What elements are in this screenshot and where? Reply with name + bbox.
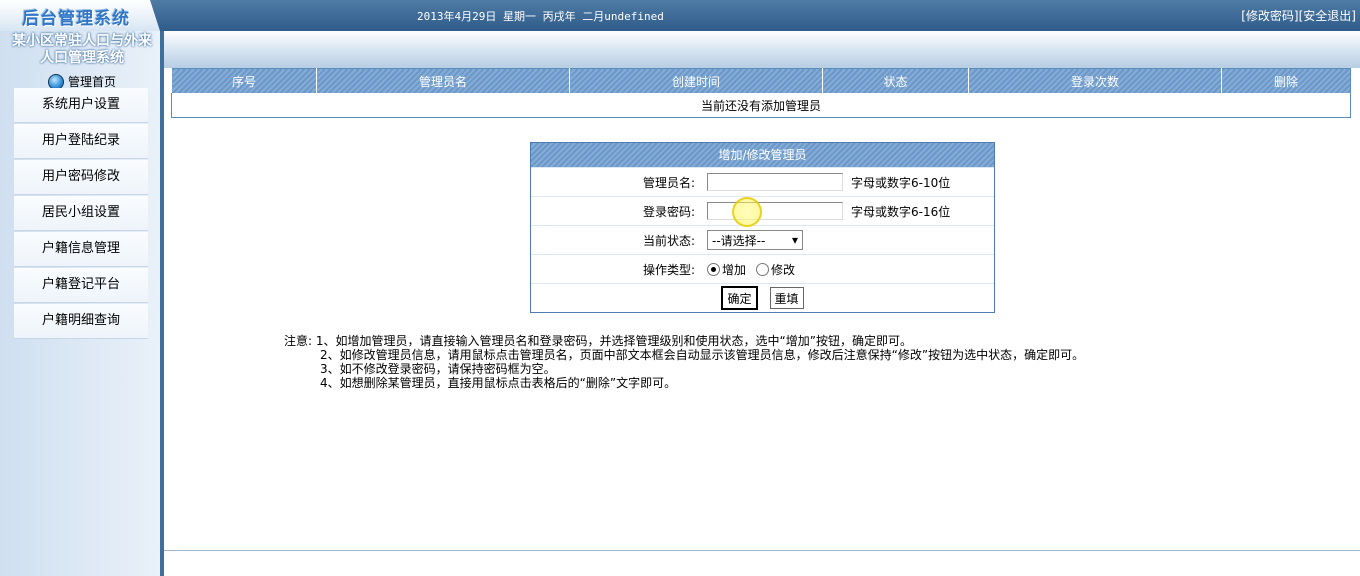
reset-button[interactable]: 重填 <box>769 287 804 309</box>
form-title: 增加/修改管理员 <box>531 143 994 167</box>
system-title: 某小区常驻人口与外来 人口管理系统 <box>0 33 164 67</box>
sidebar-item-household-query[interactable]: 户籍明细查询 <box>14 304 148 339</box>
notes-prefix: 注意: <box>284 334 313 348</box>
note-text-1: 1、如增加管理员，请直接输入管理员名和登录密码，并选择管理级别和使用状态，选中“… <box>315 334 912 348</box>
sidebar-item-password-change[interactable]: 用户密码修改 <box>14 160 148 195</box>
col-login-count: 登录次数 <box>968 68 1222 93</box>
col-index: 序号 <box>171 68 317 93</box>
admin-name-row: 管理员名: 字母或数字6-10位 <box>531 167 994 196</box>
table-header-row: 序号 管理员名 创建时间 状态 登录次数 删除 <box>171 68 1351 93</box>
admin-table: 序号 管理员名 创建时间 状态 登录次数 删除 当前还没有添加管理员 <box>171 68 1351 118</box>
note-line-3: 3、如不修改登录密码，请保持密码框为空。 <box>320 362 556 376</box>
op-modify-radio[interactable] <box>756 262 770 276</box>
col-status: 状态 <box>822 68 969 93</box>
admin-name-hint: 字母或数字6-10位 <box>851 175 951 190</box>
change-password-link[interactable]: [修改密码] <box>1241 9 1298 23</box>
confirm-button[interactable]: 确定 <box>721 286 758 310</box>
status-selected: --请选择-- <box>712 233 766 248</box>
note-line-2: 2、如修改管理员信息，请用鼠标点击管理员名，页面中部文本框会自动显示该管理员信息… <box>320 348 1085 362</box>
empty-message: 当前还没有添加管理员 <box>171 93 1351 118</box>
col-admin-name: 管理员名 <box>316 68 570 93</box>
sidebar-menu: 系统用户设置 用户登陆纪录 用户密码修改 居民小组设置 户籍信息管理 户籍登记平… <box>14 88 148 340</box>
sidebar-item-household-info[interactable]: 户籍信息管理 <box>14 232 148 267</box>
sidebar-item-resident-groups[interactable]: 居民小组设置 <box>14 196 148 231</box>
status-label: 当前状态: <box>642 233 695 248</box>
chevron-down-icon: ▾ <box>791 233 798 247</box>
admin-name-label: 管理员名: <box>642 175 695 190</box>
sidebar-item-user-settings[interactable]: 系统用户设置 <box>14 88 148 123</box>
note-line-4: 4、如想删除某管理员，直接用鼠标点击表格后的“删除”文字即可。 <box>320 376 677 390</box>
logout-link[interactable]: [安全退出] <box>1299 9 1356 23</box>
password-hint: 字母或数字6-16位 <box>851 204 951 219</box>
password-row: 登录密码: 字母或数字6-16位 <box>531 196 994 225</box>
password-label: 登录密码: <box>642 204 695 219</box>
button-row: 确定 重填 <box>531 283 994 312</box>
admin-name-input[interactable] <box>707 173 843 191</box>
op-add-label: 增加 <box>722 262 747 277</box>
col-delete: 删除 <box>1221 68 1351 93</box>
note-line-1: 注意: 1、如增加管理员，请直接输入管理员名和登录密码，并选择管理级别和使用状态… <box>284 334 1084 348</box>
status-row: 当前状态: --请选择-- ▾ <box>531 225 994 254</box>
logo-text: 后台管理系统 <box>22 9 130 29</box>
password-input[interactable] <box>707 202 843 220</box>
sidebar-item-household-register[interactable]: 户籍登记平台 <box>14 268 148 303</box>
op-modify-label: 修改 <box>771 262 796 277</box>
admin-form: 增加/修改管理员 管理员名: 字母或数字6-10位 登录密码: 字母或数字6-1… <box>530 142 995 313</box>
sidebar: 某小区常驻人口与外来 人口管理系统 管理首页 系统用户设置 用户登陆纪录 用户密… <box>0 31 164 576</box>
cursor-highlight <box>732 197 762 227</box>
op-row: 操作类型: 增加 修改 <box>531 254 994 283</box>
top-links: [修改密码][安全退出] <box>1241 7 1356 24</box>
status-select[interactable]: --请选择-- ▾ <box>707 230 803 250</box>
op-add-radio[interactable] <box>707 262 720 276</box>
table-row: 当前还没有添加管理员 <box>171 93 1351 118</box>
header-band <box>0 31 1360 68</box>
op-label: 操作类型: <box>642 262 695 277</box>
main-content: 序号 管理员名 创建时间 状态 登录次数 删除 当前还没有添加管理员 增加/修改… <box>164 68 1360 576</box>
logo: 后台管理系统 <box>0 0 160 31</box>
col-created: 创建时间 <box>569 68 823 93</box>
system-title-line2: 人口管理系统 <box>40 50 124 66</box>
notes: 注意: 1、如增加管理员，请直接输入管理员名和登录密码，并选择管理级别和使用状态… <box>284 334 1084 390</box>
top-bar: 后台管理系统 2013年4月29日 星期一 丙戌年 二月undefined [修… <box>0 0 1360 31</box>
sidebar-item-login-records[interactable]: 用户登陆纪录 <box>14 124 148 159</box>
bottom-divider <box>164 550 1360 551</box>
date-info: 2013年4月29日 星期一 丙戌年 二月undefined <box>417 10 664 23</box>
system-title-line1: 某小区常驻人口与外来 <box>12 33 152 49</box>
